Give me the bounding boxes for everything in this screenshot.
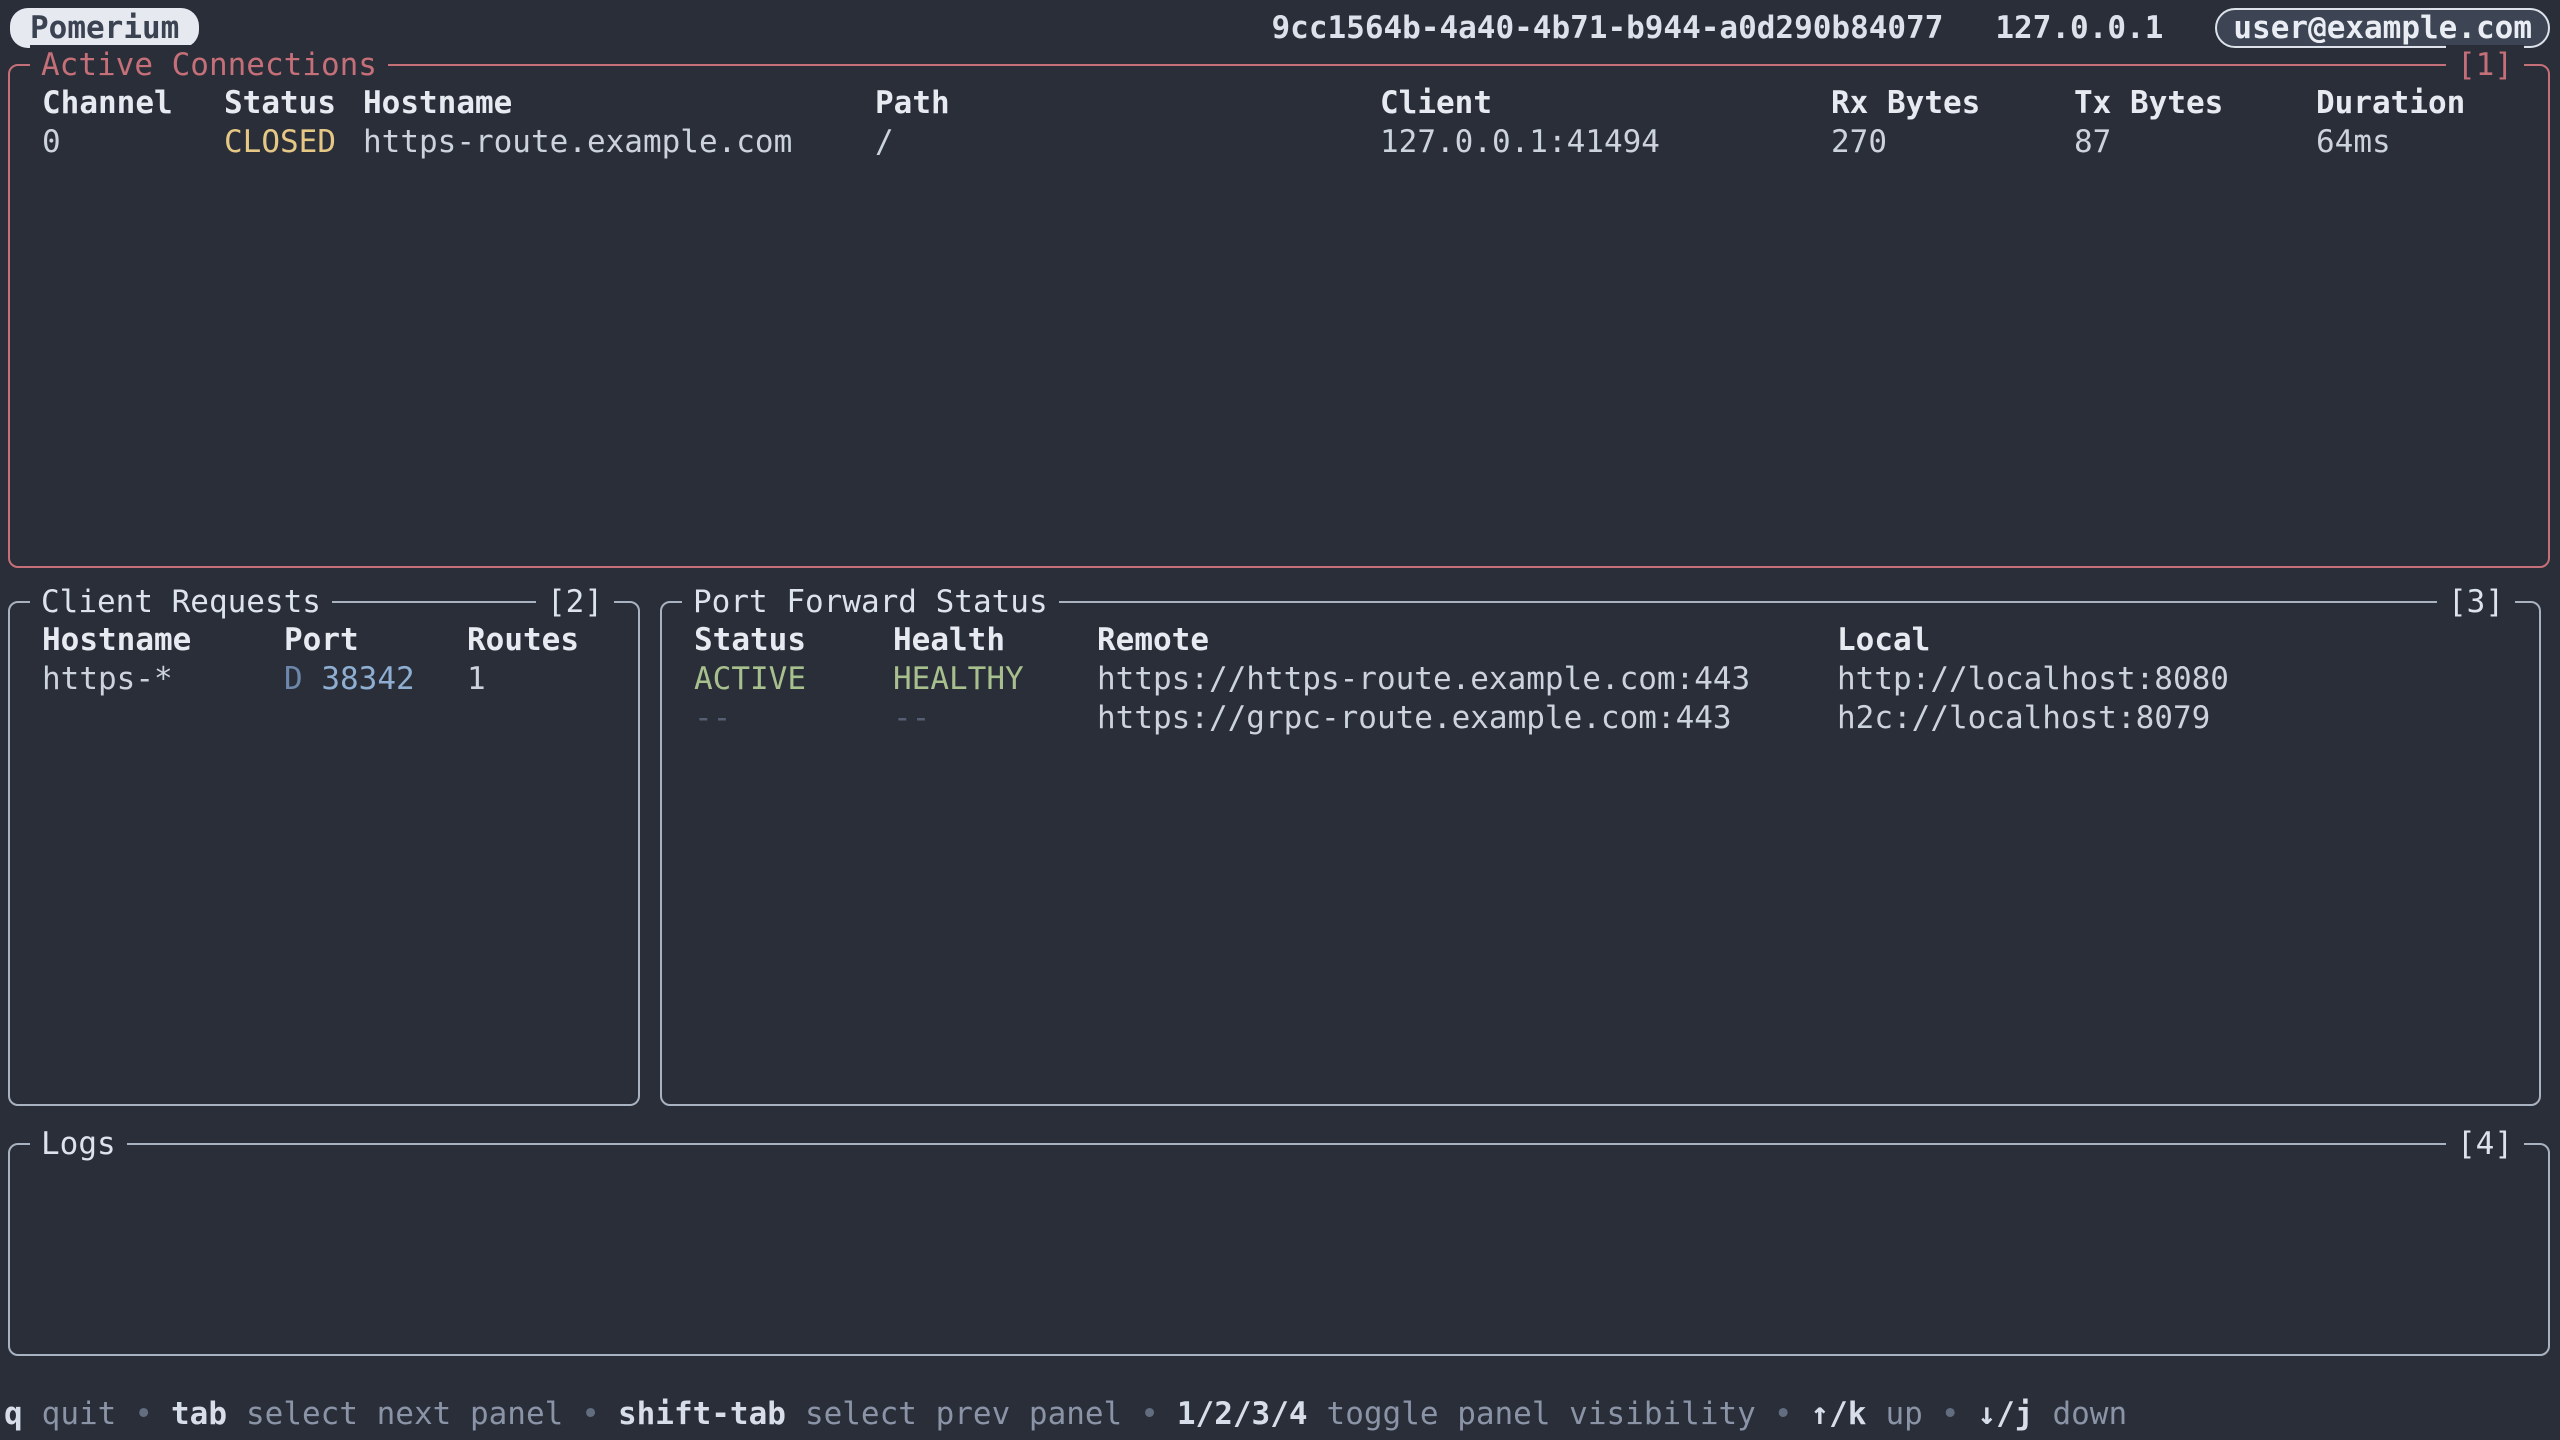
panel-port-forward-status[interactable]: Port Forward Status [3] Status Health Re… — [660, 601, 2541, 1106]
cell-tx-bytes: 87 — [2074, 123, 2316, 162]
col-port: Port — [284, 621, 467, 660]
port-flag: D — [284, 661, 303, 697]
hint-key: q — [4, 1396, 23, 1432]
hint-separator: • — [1140, 1396, 1159, 1432]
hint-toggle-visibility: 1/2/3/4 toggle panel visibility — [1177, 1396, 1756, 1432]
col-channel: Channel — [42, 84, 224, 123]
col-rx-bytes: Rx Bytes — [1831, 84, 2074, 123]
cell-rx-bytes: 270 — [1831, 123, 2074, 162]
col-hostname: Hostname — [363, 84, 875, 123]
col-routes: Routes — [467, 621, 638, 660]
hint-up: ↑/k up — [1810, 1396, 1922, 1432]
table-row[interactable]: https-* D 38342 1 — [10, 660, 638, 699]
hint-desc: toggle panel visibility — [1327, 1396, 1756, 1432]
cell-status: ACTIVE — [694, 660, 893, 699]
table-row[interactable]: 0 CLOSED https-route.example.com / 127.0… — [10, 123, 2548, 162]
table-header: Channel Status Hostname Path Client Rx B… — [10, 84, 2548, 123]
cell-routes: 1 — [467, 660, 638, 699]
col-status: Status — [224, 84, 363, 123]
table-row[interactable]: -- -- https://grpc-route.example.com:443… — [662, 699, 2539, 738]
col-hostname: Hostname — [42, 621, 284, 660]
logs-content — [10, 1145, 2548, 1163]
col-remote: Remote — [1097, 621, 1837, 660]
cell-channel: 0 — [42, 123, 224, 162]
keyboard-hints-bar: qquit • tab select next panel • shift-tab… — [4, 1392, 2560, 1436]
hint-separator: • — [581, 1396, 600, 1432]
topbar-right-group: 9cc1564b-4a40-4b71-b944-a0d290b84077 127… — [1272, 8, 2551, 48]
col-client: Client — [1380, 84, 1831, 123]
col-path: Path — [875, 84, 1380, 123]
port-number: 38342 — [321, 661, 414, 697]
hint-key: 1/2/3/4 — [1177, 1396, 1308, 1432]
hint-desc: down — [2052, 1396, 2127, 1432]
panel-client-requests[interactable]: Client Requests [2] Hostname Port Routes… — [8, 601, 640, 1106]
cell-health: HEALTHY — [893, 660, 1097, 699]
cell-local: h2c://localhost:8079 — [1837, 699, 2539, 738]
cell-remote: https://grpc-route.example.com:443 — [1097, 699, 1837, 738]
hint-quit: qquit — [4, 1396, 116, 1432]
col-status: Status — [694, 621, 893, 660]
cell-health: -- — [893, 699, 1097, 738]
user-badge: user@example.com — [2215, 8, 2550, 48]
cell-duration: 64ms — [2316, 123, 2548, 162]
hint-desc: select prev panel — [805, 1396, 1122, 1432]
hint-desc: quit — [42, 1396, 117, 1432]
cell-path: / — [875, 123, 1380, 162]
cell-hostname: https-route.example.com — [363, 123, 875, 162]
hint-next-panel: tab select next panel — [171, 1396, 563, 1432]
host-ip: 127.0.0.1 — [1995, 10, 2163, 46]
cell-local: http://localhost:8080 — [1837, 660, 2539, 699]
col-health: Health — [893, 621, 1097, 660]
table-header: Hostname Port Routes — [10, 621, 638, 660]
hint-down: ↓/j down — [1977, 1396, 2127, 1432]
hint-separator: • — [134, 1396, 153, 1432]
top-bar: Pomerium 9cc1564b-4a40-4b71-b944-a0d290b… — [0, 0, 2560, 56]
table-header: Status Health Remote Local — [662, 621, 2539, 660]
hint-desc: up — [1885, 1396, 1922, 1432]
panel-active-connections[interactable]: Active Connections [1] Channel Status Ho… — [8, 64, 2550, 568]
hint-key: shift-tab — [618, 1396, 786, 1432]
col-tx-bytes: Tx Bytes — [2074, 84, 2316, 123]
cell-remote: https://https-route.example.com:443 — [1097, 660, 1837, 699]
hint-key: ↑/k — [1810, 1396, 1866, 1432]
col-local: Local — [1837, 621, 2539, 660]
hint-separator: • — [1774, 1396, 1793, 1432]
cell-port: D 38342 — [284, 660, 467, 699]
brand-badge: Pomerium — [10, 8, 199, 48]
hint-key: ↓/j — [1977, 1396, 2033, 1432]
col-duration: Duration — [2316, 84, 2548, 123]
cell-status: -- — [694, 699, 893, 738]
session-id: 9cc1564b-4a40-4b71-b944-a0d290b84077 — [1272, 10, 1944, 46]
hint-key: tab — [171, 1396, 227, 1432]
table-row[interactable]: ACTIVE HEALTHY https://https-route.examp… — [662, 660, 2539, 699]
cell-hostname: https-* — [42, 660, 284, 699]
cell-status: CLOSED — [224, 123, 363, 162]
hint-desc: select next panel — [246, 1396, 563, 1432]
panel-logs[interactable]: Logs [4] — [8, 1143, 2550, 1356]
cell-client: 127.0.0.1:41494 — [1380, 123, 1831, 162]
hint-prev-panel: shift-tab select prev panel — [618, 1396, 1122, 1432]
hint-separator: • — [1941, 1396, 1960, 1432]
